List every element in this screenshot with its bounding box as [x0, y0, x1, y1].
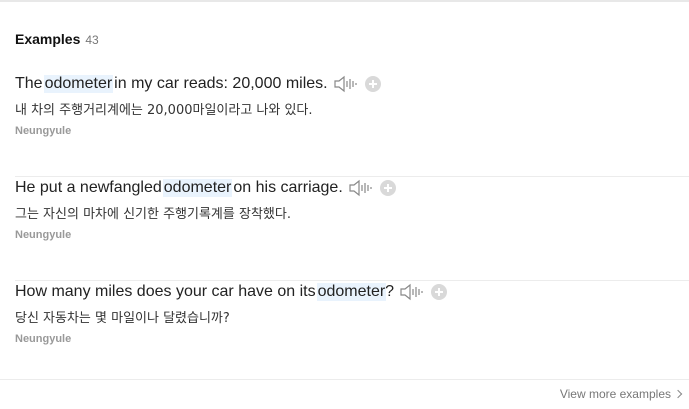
- speaker-icon[interactable]: [349, 179, 373, 197]
- sentence-text-before: The: [15, 75, 43, 92]
- speaker-icon[interactable]: [400, 283, 424, 301]
- example-source: Neungyule: [15, 125, 72, 137]
- example-item: He put a newfangled odometer on his carr…: [15, 177, 689, 281]
- example-translation: 당신 자동차는 몇 마일이나 달렸습니까?: [15, 311, 230, 326]
- view-more-examples-link[interactable]: View more examples: [559, 387, 683, 401]
- examples-header: Examples 43: [15, 31, 99, 47]
- plus-circle-icon[interactable]: [364, 76, 381, 92]
- sentence-keyword[interactable]: odometer: [43, 75, 114, 93]
- plus-circle-icon[interactable]: [431, 284, 448, 300]
- example-sentence: How many miles does your car have on its…: [15, 281, 448, 303]
- examples-count: 43: [85, 33, 99, 47]
- top-divider: [0, 0, 689, 2]
- plus-circle-icon[interactable]: [379, 180, 396, 196]
- sentence-text-after: on his carriage.: [233, 179, 343, 196]
- sentence-text-after: ?: [385, 283, 395, 300]
- chevron-right-icon: [673, 389, 683, 399]
- view-more-label: View more examples: [559, 387, 671, 401]
- example-source: Neungyule: [15, 229, 72, 241]
- sentence-keyword[interactable]: odometer: [162, 179, 233, 197]
- example-item: How many miles does your car have on its…: [15, 281, 689, 385]
- sentence-text-before: How many miles does your car have on its: [15, 283, 316, 300]
- footer-divider: [0, 379, 689, 380]
- example-source: Neungyule: [15, 333, 72, 345]
- speaker-icon[interactable]: [333, 75, 358, 93]
- sentence-keyword[interactable]: odometer: [316, 283, 387, 301]
- examples-title: Examples: [15, 31, 81, 47]
- example-sentence: The odometer in my car reads: 20,000 mil…: [15, 73, 381, 95]
- example-translation: 그는 자신의 마차에 신기한 주행기록계를 장착했다.: [15, 207, 291, 222]
- example-item: The odometer in my car reads: 20,000 mil…: [15, 73, 689, 177]
- sentence-text-before: He put a newfangled: [15, 179, 162, 196]
- example-translation: 내 차의 주행거리계에는 20,000마일이라고 나와 있다.: [15, 103, 313, 118]
- sentence-text-after: in my car reads: 20,000 miles.: [114, 75, 328, 92]
- example-sentence: He put a newfangled odometer on his carr…: [15, 177, 396, 199]
